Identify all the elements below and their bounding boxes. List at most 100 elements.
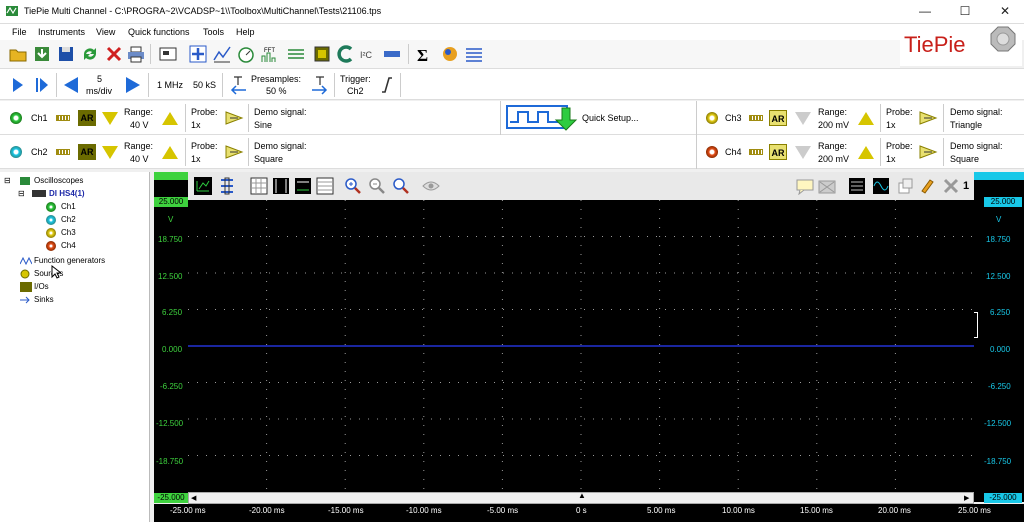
visibility-icon[interactable] [422, 177, 440, 195]
left-y-max[interactable]: 25.000 [154, 197, 188, 207]
marker-icon[interactable] [918, 177, 936, 195]
ch4-probe-icon[interactable] [918, 144, 938, 160]
ch3-coupling-icon[interactable] [749, 115, 763, 121]
timebase-increase-icon[interactable] [124, 75, 142, 95]
tree-ch2[interactable]: Ch2 [61, 215, 76, 224]
trigger-position-icon[interactable]: ▲ [578, 491, 586, 500]
sigma-icon[interactable]: Σ [414, 44, 434, 64]
trigger-level-marker[interactable] [974, 312, 978, 338]
right-y-max[interactable]: 25.000 [984, 197, 1022, 207]
layout-icon[interactable] [218, 177, 236, 195]
timebase-decrease-icon[interactable] [62, 75, 80, 95]
ch2-range-down-icon[interactable] [102, 146, 118, 159]
list-icon[interactable] [464, 44, 484, 64]
instrument-icon[interactable] [158, 44, 178, 64]
ch4-range-up-icon[interactable] [858, 146, 874, 159]
ch1-range-up-icon[interactable] [162, 112, 178, 125]
ch3-probe-icon[interactable] [918, 110, 938, 126]
menu-help[interactable]: Help [236, 27, 255, 37]
grid-icon[interactable] [250, 177, 268, 195]
close-graph-icon[interactable] [942, 177, 960, 195]
left-y-min[interactable]: -25.000 [154, 493, 188, 503]
presamples-decrease-icon[interactable] [228, 75, 248, 95]
tree-ch3[interactable]: Ch3 [61, 228, 76, 237]
save-icon[interactable] [56, 44, 76, 64]
ch1-signal-value[interactable]: Sine [254, 120, 272, 130]
scroll-left-icon[interactable]: ◀ [191, 494, 196, 502]
tree-sinks[interactable]: Sinks [34, 295, 54, 304]
ch3-signal-value[interactable]: Triangle [950, 120, 982, 130]
ch4-autorange-button[interactable]: AR [769, 144, 787, 160]
play-icon[interactable] [10, 76, 26, 94]
plot-area[interactable] [188, 200, 974, 492]
ch3-indicator-icon[interactable] [706, 112, 718, 124]
color-icon[interactable] [440, 44, 460, 64]
ch2-coupling-icon[interactable] [56, 149, 70, 155]
tree-device[interactable]: DI HS4(1) [49, 189, 85, 198]
ch1-autorange-button[interactable]: AR [78, 110, 96, 126]
logic-icon[interactable] [382, 44, 402, 64]
measurement-icon[interactable] [848, 177, 866, 195]
menu-view[interactable]: View [96, 27, 115, 37]
add-icon[interactable] [188, 44, 208, 64]
ch3-autorange-button[interactable]: AR [769, 110, 787, 126]
meter-icon[interactable] [236, 44, 256, 64]
table-icon[interactable] [316, 177, 334, 195]
waveform-icon[interactable] [872, 177, 890, 195]
ch4-indicator-icon[interactable] [706, 146, 718, 158]
print-icon[interactable] [126, 44, 146, 64]
cursor-icon[interactable] [272, 177, 290, 195]
delete-icon[interactable] [104, 44, 124, 64]
menu-instruments[interactable]: Instruments [38, 27, 85, 37]
sample-rate[interactable]: 1 MHz [157, 80, 183, 90]
left-y-scale[interactable]: 25.000 V 18.750 12.500 6.250 0.000 -6.25… [154, 172, 188, 503]
window-size-icon[interactable] [896, 177, 914, 195]
tree-expander-icon[interactable]: ⊟ [18, 189, 25, 198]
filter-icon[interactable] [286, 44, 306, 64]
refresh-icon[interactable] [80, 44, 100, 64]
maximize-button[interactable]: ☐ [948, 0, 982, 22]
ch4-range-down-icon[interactable] [795, 146, 811, 159]
tree-function-generators[interactable]: Function generators [34, 256, 105, 265]
fft-icon[interactable]: FFT [260, 44, 280, 64]
zoom-fit-icon[interactable] [392, 177, 410, 195]
ch2-indicator-icon[interactable] [10, 146, 22, 158]
chip-icon[interactable] [312, 44, 332, 64]
scroll-right-icon[interactable]: ▶ [964, 494, 969, 502]
right-y-scale[interactable]: 25.000 V 18.750 12.500 6.250 0.000 -6.25… [974, 172, 1024, 503]
menu-file[interactable]: File [12, 27, 27, 37]
tree-oscilloscopes[interactable]: Oscilloscopes [34, 176, 83, 185]
ch2-probe-icon[interactable] [224, 144, 244, 160]
single-shot-icon[interactable] [34, 76, 50, 94]
record-length[interactable]: 50 kS [193, 80, 216, 90]
ch2-autorange-button[interactable]: AR [78, 144, 96, 160]
ch3-range-up-icon[interactable] [858, 112, 874, 125]
quick-setup-label[interactable]: Quick Setup... [582, 113, 639, 123]
graph-icon[interactable] [212, 44, 232, 64]
close-button[interactable]: ✕ [988, 0, 1022, 22]
screenshot-icon[interactable] [818, 177, 836, 195]
tree-ch1[interactable]: Ch1 [61, 202, 76, 211]
ch1-probe-icon[interactable] [224, 110, 244, 126]
right-y-min[interactable]: -25.000 [984, 493, 1022, 503]
comment-icon[interactable] [796, 177, 814, 195]
scale-icon[interactable] [294, 177, 312, 195]
ch3-range-down-icon[interactable] [795, 112, 811, 125]
presamples-increase-icon[interactable] [310, 75, 330, 95]
open-folder-icon[interactable] [8, 44, 28, 64]
ch4-signal-value[interactable]: Square [950, 154, 979, 164]
ch1-coupling-icon[interactable] [56, 115, 70, 121]
graph-view-icon[interactable] [194, 177, 212, 195]
menu-tools[interactable]: Tools [203, 27, 224, 37]
ch1-range-down-icon[interactable] [102, 112, 118, 125]
ch1-indicator-icon[interactable] [10, 112, 22, 124]
horizontal-scrollbar[interactable]: ◀ ▲ ▶ [188, 491, 974, 504]
clock-icon[interactable] [336, 44, 356, 64]
trigger-edge-icon[interactable] [380, 76, 394, 94]
tree-expander-icon[interactable]: ⊟ [4, 176, 11, 185]
trigger-source[interactable]: Ch2 [347, 86, 364, 96]
tree-ch4[interactable]: Ch4 [61, 241, 76, 250]
menu-quick-functions[interactable]: Quick functions [128, 27, 190, 37]
i2c-icon[interactable]: I²C [358, 44, 378, 64]
import-icon[interactable] [32, 44, 52, 64]
